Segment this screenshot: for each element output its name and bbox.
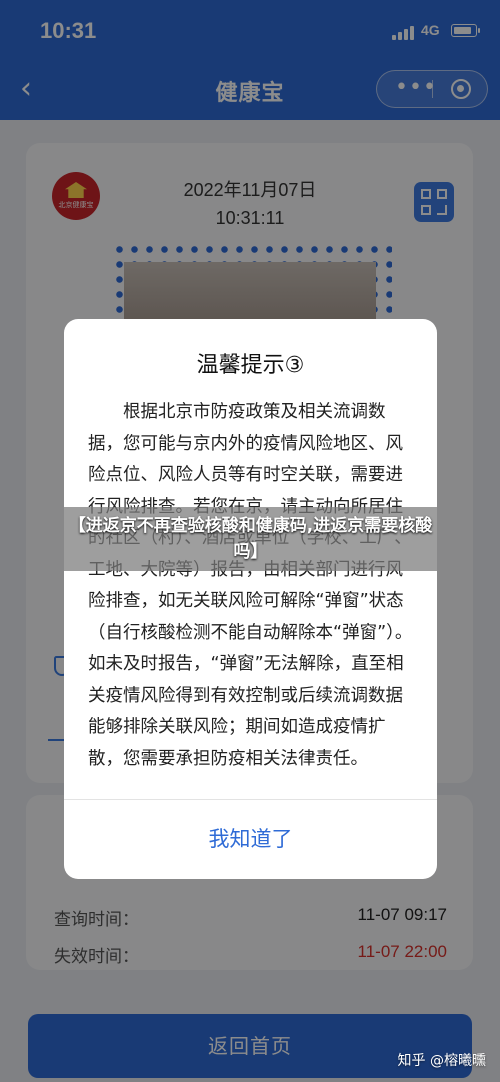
dialog-body[interactable]: 根据北京市防疫政策及相关流调数据，您可能与京内外的疫情风险地区、风险点位、风险人… [88,397,413,792]
app-screen: 10:31 4G ‹ 健康宝 ••• 北京健康宝 2022年11月07日 10:… [0,0,500,1082]
source-watermark: 知乎 @榕曦曛 [397,1053,486,1069]
dialog-title: 温馨提示③ [196,353,305,378]
confirm-button[interactable]: 我知道了 [64,799,437,879]
notice-dialog: 温馨提示③ 根据北京市防疫政策及相关流调数据，您可能与京内外的疫情风险地区、风险… [64,319,437,879]
article-title-banner: 【进返京不再查验核酸和健康码,进返京需要核酸吗】 [64,507,437,571]
